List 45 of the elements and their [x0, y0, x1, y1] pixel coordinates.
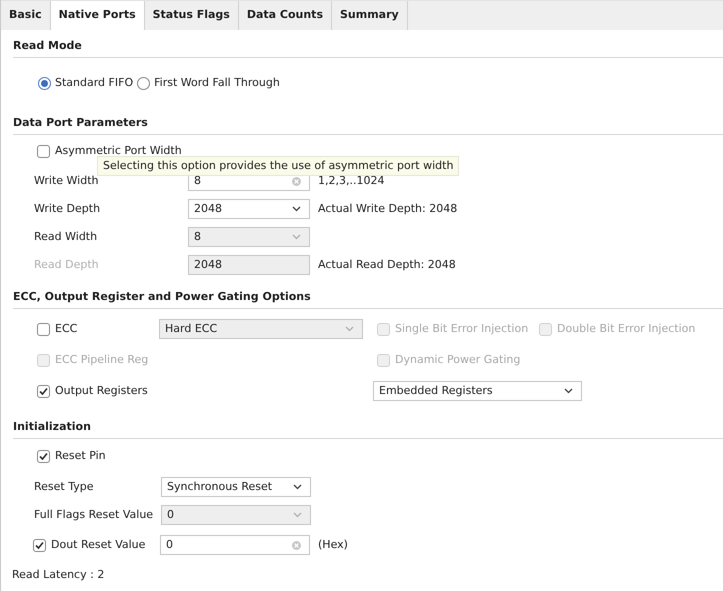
radio-label: First Word Fall Through — [154, 74, 280, 91]
checkbox[interactable] — [37, 384, 50, 398]
field-label: Read Width — [34, 228, 98, 245]
read-latency-text: Read Latency : 2 — [12, 566, 104, 583]
dropdown[interactable]: 2048 — [188, 199, 310, 219]
chevron-down-icon — [292, 234, 301, 240]
checkbox-label: Dout Reset Value — [51, 536, 146, 553]
checkbox-label: Reset Pin — [55, 448, 106, 464]
checkbox-label: Asymmetric Port Width — [55, 142, 182, 159]
section-heading: ECC, Output Register and Power Gating Options — [13, 288, 311, 304]
checkbox[interactable] — [33, 538, 46, 552]
tab[interactable]: Native Ports — [50, 1, 145, 30]
input-field[interactable]: 0 — [160, 535, 310, 555]
field-label: Write Depth — [34, 200, 102, 217]
field-note: (Hex) — [318, 536, 348, 553]
section-heading: Read Mode — [13, 38, 82, 54]
radio-button[interactable] — [38, 76, 51, 90]
field-label: Full Flags Reset Value — [34, 506, 154, 523]
checkbox-label: Single Bit Error Injection — [395, 320, 528, 337]
chevron-down-icon — [345, 326, 354, 332]
checkbox[interactable] — [37, 450, 50, 462]
chevron-down-icon — [564, 388, 573, 394]
checkbox-label: ECC Pipeline Reg — [55, 352, 148, 368]
chevron-down-icon — [293, 484, 302, 490]
checkbox-label: Double Bit Error Injection — [557, 320, 696, 337]
checkbox-label: Output Registers — [55, 382, 148, 399]
field-label: Read Depth — [34, 256, 100, 273]
tooltip: Selecting this option provides the use of asymmetric port width — [97, 156, 460, 176]
field-label: Reset Type — [34, 478, 94, 495]
field-note: Actual Write Depth: 2048 — [318, 200, 458, 217]
chevron-down-icon — [292, 206, 301, 212]
dropdown[interactable]: Synchronous Reset — [161, 477, 311, 497]
section-heading: Data Port Parameters — [13, 114, 148, 130]
checkbox[interactable] — [37, 322, 50, 336]
radio-label: Standard FIFO — [55, 74, 134, 91]
chevron-down-icon — [293, 512, 302, 518]
checkbox-label: ECC — [55, 320, 78, 337]
radio-button[interactable] — [137, 76, 150, 90]
dropdown[interactable]: Embedded Registers — [373, 381, 582, 401]
checkbox-label: Dynamic Power Gating — [395, 352, 520, 368]
section-heading: Initialization — [13, 418, 91, 434]
checkbox[interactable] — [37, 144, 50, 158]
field-label: Write Width — [34, 172, 100, 189]
tab[interactable]: Status Flags — [144, 1, 239, 30]
field-note: Actual Read Depth: 2048 — [318, 256, 456, 273]
